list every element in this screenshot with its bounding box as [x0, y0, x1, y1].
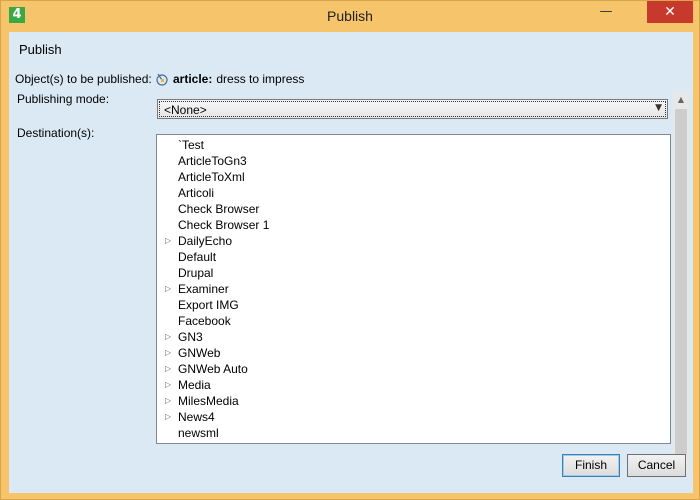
object-type: article:	[173, 72, 213, 86]
destination-item[interactable]: ▷ MilesMedia	[157, 393, 670, 409]
destination-item[interactable]: `Test	[157, 137, 670, 153]
destination-item[interactable]: ▷ GNWeb	[157, 345, 670, 361]
object-name: dress to impress	[216, 72, 305, 86]
destination-label: Default	[178, 250, 217, 264]
destination-item[interactable]: Articoli	[157, 185, 670, 201]
publish-dialog: 4 Publish — ✕ Publish Object(s) to be pu…	[0, 0, 700, 500]
expand-arrow-icon[interactable]: ▷	[165, 377, 175, 393]
destination-label: newsml	[178, 426, 219, 440]
header-title: Publish	[19, 42, 62, 57]
destination-label: Politi...	[178, 441, 214, 443]
destination-item[interactable]: ▷ News4	[157, 409, 670, 425]
destination-item[interactable]: ▷ Examiner	[157, 281, 670, 297]
close-button[interactable]: ✕	[647, 1, 693, 23]
chevron-down-icon: ▼	[655, 103, 662, 113]
expand-arrow-icon[interactable]: ▷	[165, 233, 175, 249]
destination-label: Facebook	[178, 314, 231, 328]
destination-item[interactable]: ▷ GN3	[157, 329, 670, 345]
mode-label: Publishing mode:	[17, 92, 110, 106]
destination-item[interactable]: ▷ DailyEcho	[157, 233, 670, 249]
destination-label: ArticleToGn3	[178, 154, 247, 168]
destination-label: GN3	[178, 330, 203, 344]
destination-item[interactable]: Export IMG	[157, 297, 670, 313]
dialog-content: Publish Object(s) to be published: artic…	[9, 32, 693, 493]
destination-item[interactable]: ArticleToXml	[157, 169, 670, 185]
destination-label: Examiner	[178, 282, 229, 296]
destination-item[interactable]: Check Browser	[157, 201, 670, 217]
destination-label: GNWeb Auto	[178, 362, 248, 376]
dialog-footer: Finish Cancel	[9, 450, 693, 493]
destinations-tree[interactable]: `Test ArticleToGn3 ArticleToXml Articoli Che…	[156, 134, 671, 444]
objects-label: Object(s) to be published:	[15, 72, 152, 86]
destination-label: Media	[178, 378, 211, 392]
article-icon	[156, 73, 168, 86]
destination-label: Articoli	[178, 186, 215, 200]
finish-button[interactable]: Finish	[562, 454, 620, 477]
destination-item[interactable]: ▷ GNWeb Auto	[157, 361, 670, 377]
destination-item[interactable]: Check Browser 1	[157, 217, 670, 233]
destination-item[interactable]: ▷ Media	[157, 377, 670, 393]
expand-arrow-icon[interactable]: ▷	[165, 393, 175, 409]
object-value: article: dress to impress	[155, 72, 304, 86]
destination-label: GNWeb	[178, 346, 221, 360]
destination-label: Check Browser 1	[178, 218, 270, 232]
destination-item[interactable]: Facebook	[157, 313, 670, 329]
destination-item[interactable]: Politi...	[157, 441, 670, 443]
destination-label: DailyEcho	[178, 234, 233, 248]
minimize-button[interactable]: —	[591, 1, 621, 23]
publish-form: Object(s) to be published: article: dres…	[9, 64, 693, 474]
destination-item[interactable]: Default	[157, 249, 670, 265]
publishing-mode-value: <None>	[164, 103, 207, 117]
destination-label: Drupal	[178, 266, 214, 280]
destination-label: ArticleToXml	[178, 170, 245, 184]
destination-label: Export IMG	[178, 298, 239, 312]
destinations-label: Destination(s):	[17, 126, 95, 140]
expand-arrow-icon[interactable]: ▷	[165, 409, 175, 425]
publishing-mode-select[interactable]: <None> ▼	[157, 99, 668, 119]
scrollbar-thumb[interactable]	[675, 109, 687, 454]
expand-arrow-icon[interactable]: ▷	[165, 329, 175, 345]
destination-label: MilesMedia	[178, 394, 239, 408]
destination-item[interactable]: ArticleToGn3	[157, 153, 670, 169]
expand-arrow-icon[interactable]: ▷	[165, 281, 175, 297]
expand-arrow-icon[interactable]: ▷	[165, 361, 175, 377]
scroll-up-icon[interactable]: ▲	[673, 92, 689, 108]
destination-label: News4	[178, 410, 215, 424]
destination-item[interactable]: newsml	[157, 425, 670, 441]
destination-item[interactable]: Drupal	[157, 265, 670, 281]
vertical-scrollbar[interactable]: ▲ ▼	[673, 92, 689, 474]
dialog-header: Publish	[9, 32, 693, 64]
expand-arrow-icon[interactable]: ▷	[165, 345, 175, 361]
title-bar[interactable]: 4 Publish — ✕	[1, 1, 699, 31]
destination-label: Check Browser	[178, 202, 260, 216]
destination-label: `Test	[178, 138, 205, 152]
destinations-list: `Test ArticleToGn3 ArticleToXml Articoli Che…	[157, 135, 670, 443]
cancel-button[interactable]: Cancel	[627, 454, 686, 477]
